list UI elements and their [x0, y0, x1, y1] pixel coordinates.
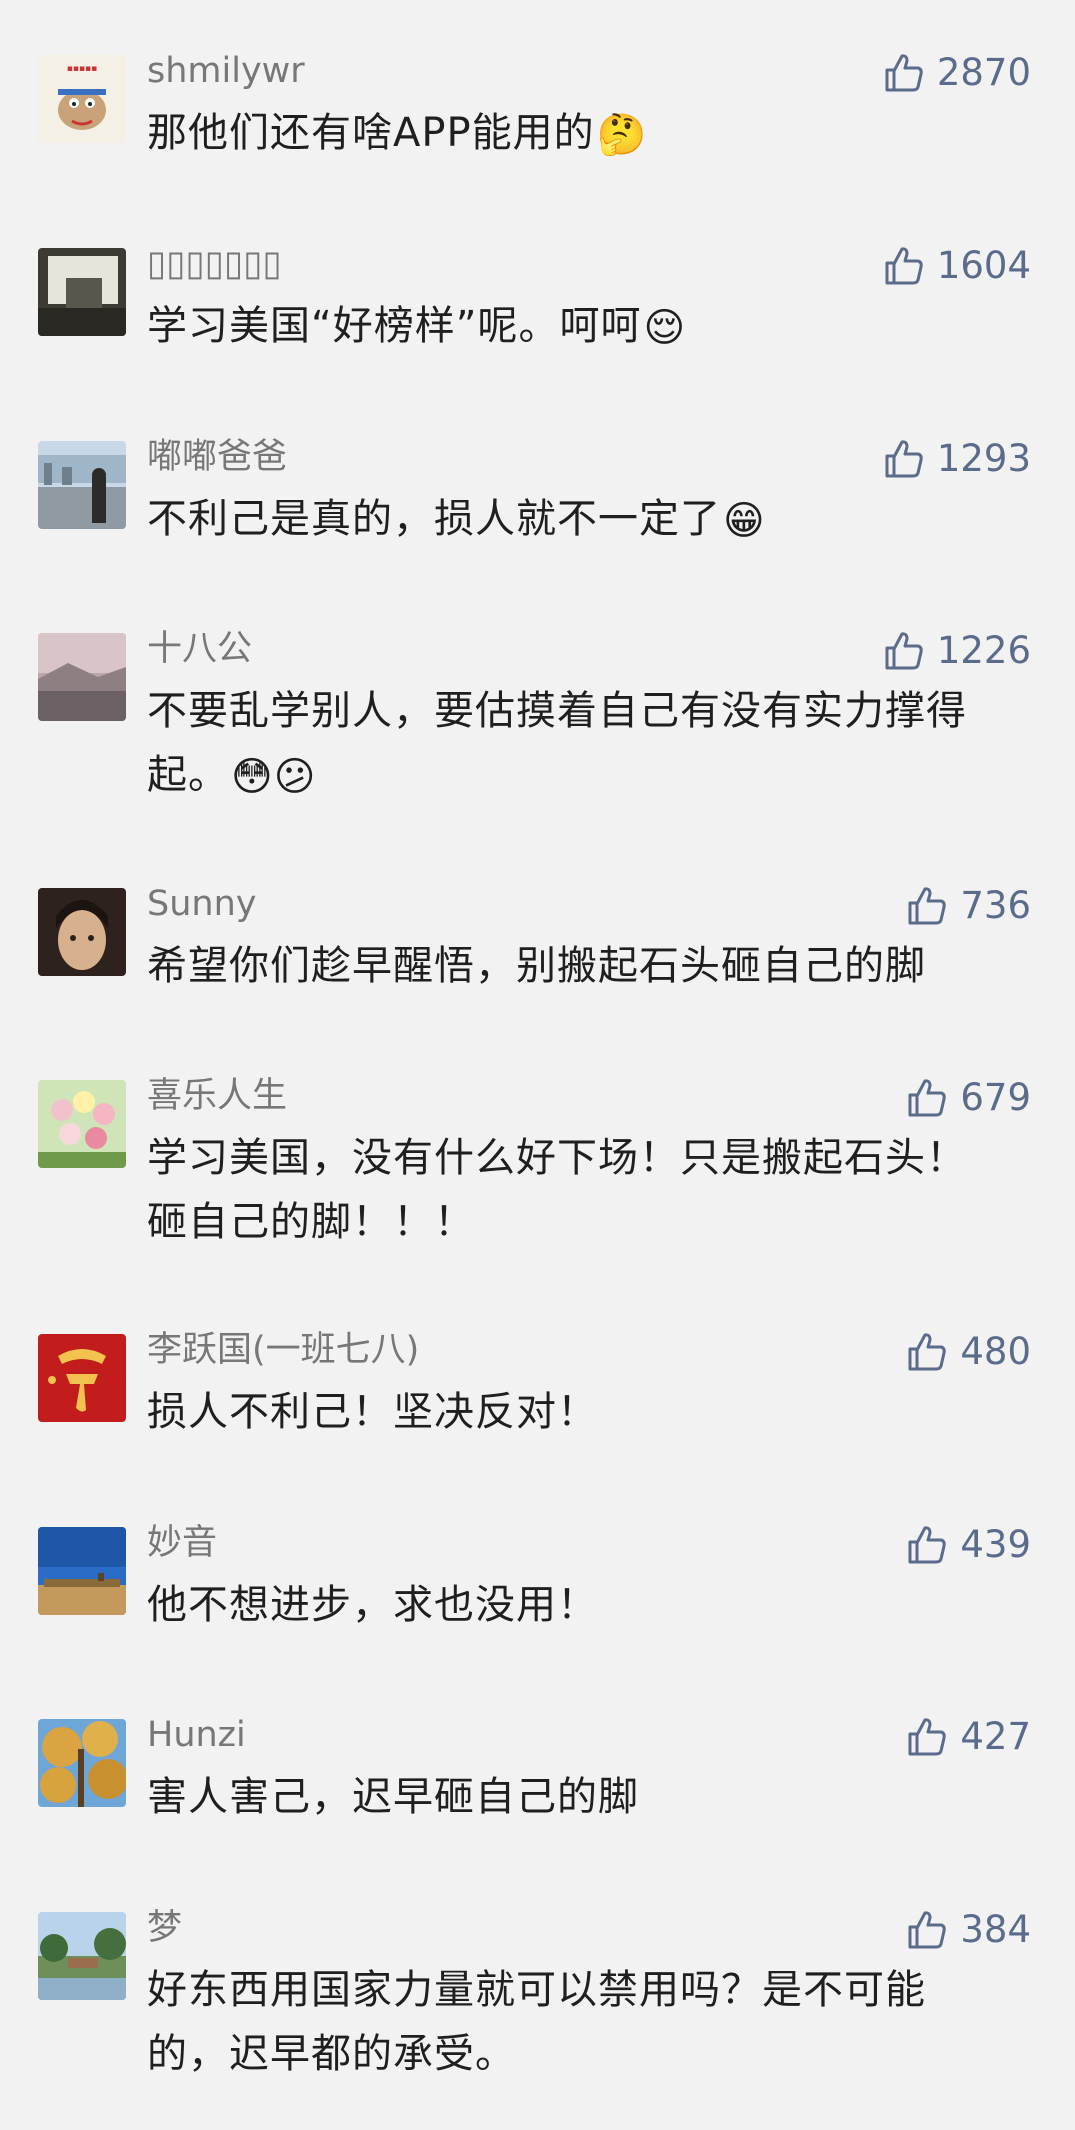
thumb-up-icon	[885, 440, 923, 478]
avatar[interactable]	[38, 1527, 126, 1615]
thumb-up-icon	[908, 1911, 947, 1949]
comment-text: 损人不利己！坚决反对！	[147, 1389, 598, 1435]
like-button[interactable]: 736	[906, 884, 1031, 928]
avatar[interactable]: ▪▪▪▪▪	[38, 55, 126, 143]
like-count: 384	[960, 1908, 1031, 1951]
thumb-up-icon	[908, 1333, 947, 1371]
username[interactable]: 喜乐人生	[147, 1074, 287, 1118]
username[interactable]: 嘟嘟爸爸	[147, 435, 287, 479]
username[interactable]: shmilywr	[147, 49, 305, 93]
comment-text: 那他们还有啥APP能用的🤔	[147, 110, 648, 158]
username[interactable]: 梦	[147, 1906, 182, 1950]
comment-text: 害人害己，迟早砸自己的脚	[147, 1774, 639, 1820]
svg-text:▪▪▪▪▪: ▪▪▪▪▪	[67, 64, 98, 74]
like-count: 1293	[936, 437, 1031, 480]
thumb-up-icon	[908, 1079, 947, 1117]
avatar[interactable]	[38, 633, 126, 721]
username[interactable]: ▯▯▯▯▯▯▯	[147, 242, 282, 286]
username[interactable]: Sunny	[147, 882, 256, 926]
like-button[interactable]: 384	[906, 1908, 1031, 1952]
like-button[interactable]: 1293	[883, 437, 1031, 481]
username[interactable]: 李跃国(一班七八)	[147, 1328, 419, 1372]
comment-text: 好东西用国家力量就可以禁用吗？是不可能的，迟早都的承受。	[147, 1967, 926, 2077]
like-count: 480	[960, 1330, 1031, 1373]
like-button[interactable]: 2870	[883, 51, 1031, 95]
like-count: 2870	[936, 51, 1031, 94]
emoji: 😌	[643, 305, 687, 351]
like-count: 439	[960, 1523, 1031, 1566]
avatar[interactable]	[38, 1719, 126, 1807]
avatar[interactable]	[38, 441, 126, 529]
comment-text: 希望你们趁早醒悟，别搬起石头砸自己的脚	[147, 943, 926, 989]
like-count: 427	[960, 1715, 1031, 1758]
like-count: 679	[960, 1076, 1031, 1119]
username[interactable]: 妙音	[147, 1521, 217, 1565]
avatar[interactable]	[38, 1912, 126, 2000]
like-button[interactable]: 1226	[883, 629, 1031, 673]
thumb-up-icon	[908, 1718, 947, 1756]
thinking-emoji: 🤔	[596, 112, 648, 158]
thumb-up-icon	[908, 1526, 947, 1564]
comment-text: 不要乱学别人，要估摸着自己有没有实力撑得起。😳😕	[147, 688, 967, 800]
like-button[interactable]: 427	[906, 1715, 1031, 1759]
avatar[interactable]	[38, 248, 126, 336]
comment-text: 他不想进步，求也没用！	[147, 1582, 598, 1628]
emoji: 😳😕	[231, 754, 317, 800]
comment-list: ▪▪▪▪▪ shmilywr 2870 那他们还有啥APP能用的🤔 ▯▯▯▯▯▯…	[0, 0, 1075, 2130]
like-count: 1604	[936, 244, 1031, 287]
like-count: 1226	[936, 629, 1031, 672]
username[interactable]: 十八公	[147, 627, 252, 671]
avatar[interactable]	[38, 1334, 126, 1422]
avatar[interactable]	[38, 1080, 126, 1168]
avatar[interactable]	[38, 888, 126, 976]
comment-text: 学习美国，没有什么好下场！只是搬起石头！砸自己的脚！！！	[147, 1135, 967, 1245]
comment-text: 不利己是真的，损人就不一定了😁	[147, 496, 766, 544]
thumb-up-icon	[885, 54, 923, 92]
like-count: 736	[960, 884, 1031, 927]
like-button[interactable]: 1604	[883, 244, 1031, 288]
thumb-up-icon	[885, 247, 923, 285]
comment-text: 学习美国“好榜样”呢。呵呵😌	[147, 303, 687, 351]
like-button[interactable]: 480	[906, 1330, 1031, 1374]
like-button[interactable]: 679	[906, 1076, 1031, 1120]
thumb-up-icon	[885, 632, 923, 670]
username[interactable]: Hunzi	[147, 1713, 246, 1757]
grin-emoji: 😁	[723, 498, 766, 544]
like-button[interactable]: 439	[906, 1523, 1031, 1567]
thumb-up-icon	[908, 887, 947, 925]
